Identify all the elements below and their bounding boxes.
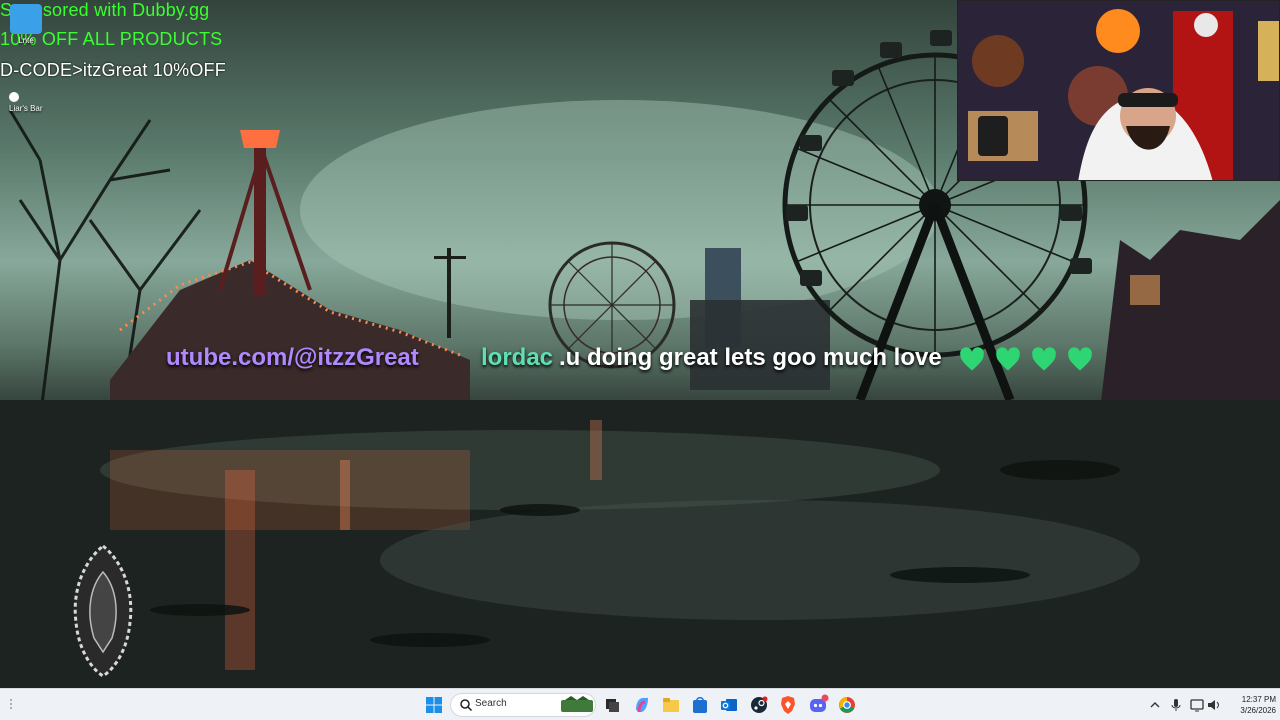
brave-browser-icon[interactable]: [776, 693, 800, 717]
channel-url-text: utube.com/@itzzGreat: [166, 344, 419, 371]
stream-emblem-icon: [73, 544, 133, 678]
microphone-icon[interactable]: [1166, 695, 1186, 715]
chat-message: .u doing great lets goo much love: [559, 344, 942, 371]
windows-start-icon[interactable]: [422, 693, 446, 717]
system-clock[interactable]: 12:37 PM 3/26/2026: [1222, 694, 1276, 716]
copilot-icon[interactable]: [630, 693, 654, 717]
chevron-up-icon[interactable]: [1145, 695, 1165, 715]
task-view-icon[interactable]: [600, 693, 624, 717]
taskbar-search-box[interactable]: Search: [450, 693, 596, 717]
taskbar: Search 12:37 PM 3/26/2026: [0, 688, 1280, 720]
clock-time: 12:37 PM: [1241, 695, 1276, 704]
webcam-overlay: [957, 0, 1280, 181]
chrome-icon[interactable]: [835, 693, 859, 717]
search-highlight-icon: [561, 696, 593, 712]
chat-ticker: utube.com/@itzzGreat lordac .u doing gre…: [0, 342, 1280, 378]
green-heart-icon: [960, 347, 984, 371]
outlook-icon[interactable]: [717, 693, 741, 717]
steam-icon[interactable]: [747, 693, 771, 717]
discord-icon[interactable]: [806, 693, 830, 717]
desktop-icon-label: Lnte: [18, 36, 34, 45]
chat-username: lordac: [481, 344, 554, 371]
microsoft-store-icon[interactable]: [688, 693, 712, 717]
search-placeholder: Search: [475, 698, 507, 709]
green-heart-icon: [996, 347, 1020, 371]
sponsor-line-3: D-CODE>itzGreat 10%OFF: [0, 60, 226, 80]
desktop-icon-app[interactable]: Lnte: [0, 4, 52, 45]
show-desktop-handle[interactable]: [8, 697, 14, 711]
search-icon: [460, 699, 473, 712]
desktop-icon-label: Liar's Bar: [9, 104, 43, 113]
clock-date: 3/26/2026: [1240, 706, 1276, 715]
desktop-icon-liars-bar[interactable]: Liar's Bar: [0, 92, 52, 113]
app-shortcut-icon: [10, 4, 42, 34]
liars-bar-icon: [9, 92, 19, 102]
file-explorer-icon[interactable]: [659, 693, 683, 717]
green-heart-icon: [1032, 347, 1056, 371]
volume-icon[interactable]: [1204, 695, 1224, 715]
green-heart-icon: [1068, 347, 1092, 371]
